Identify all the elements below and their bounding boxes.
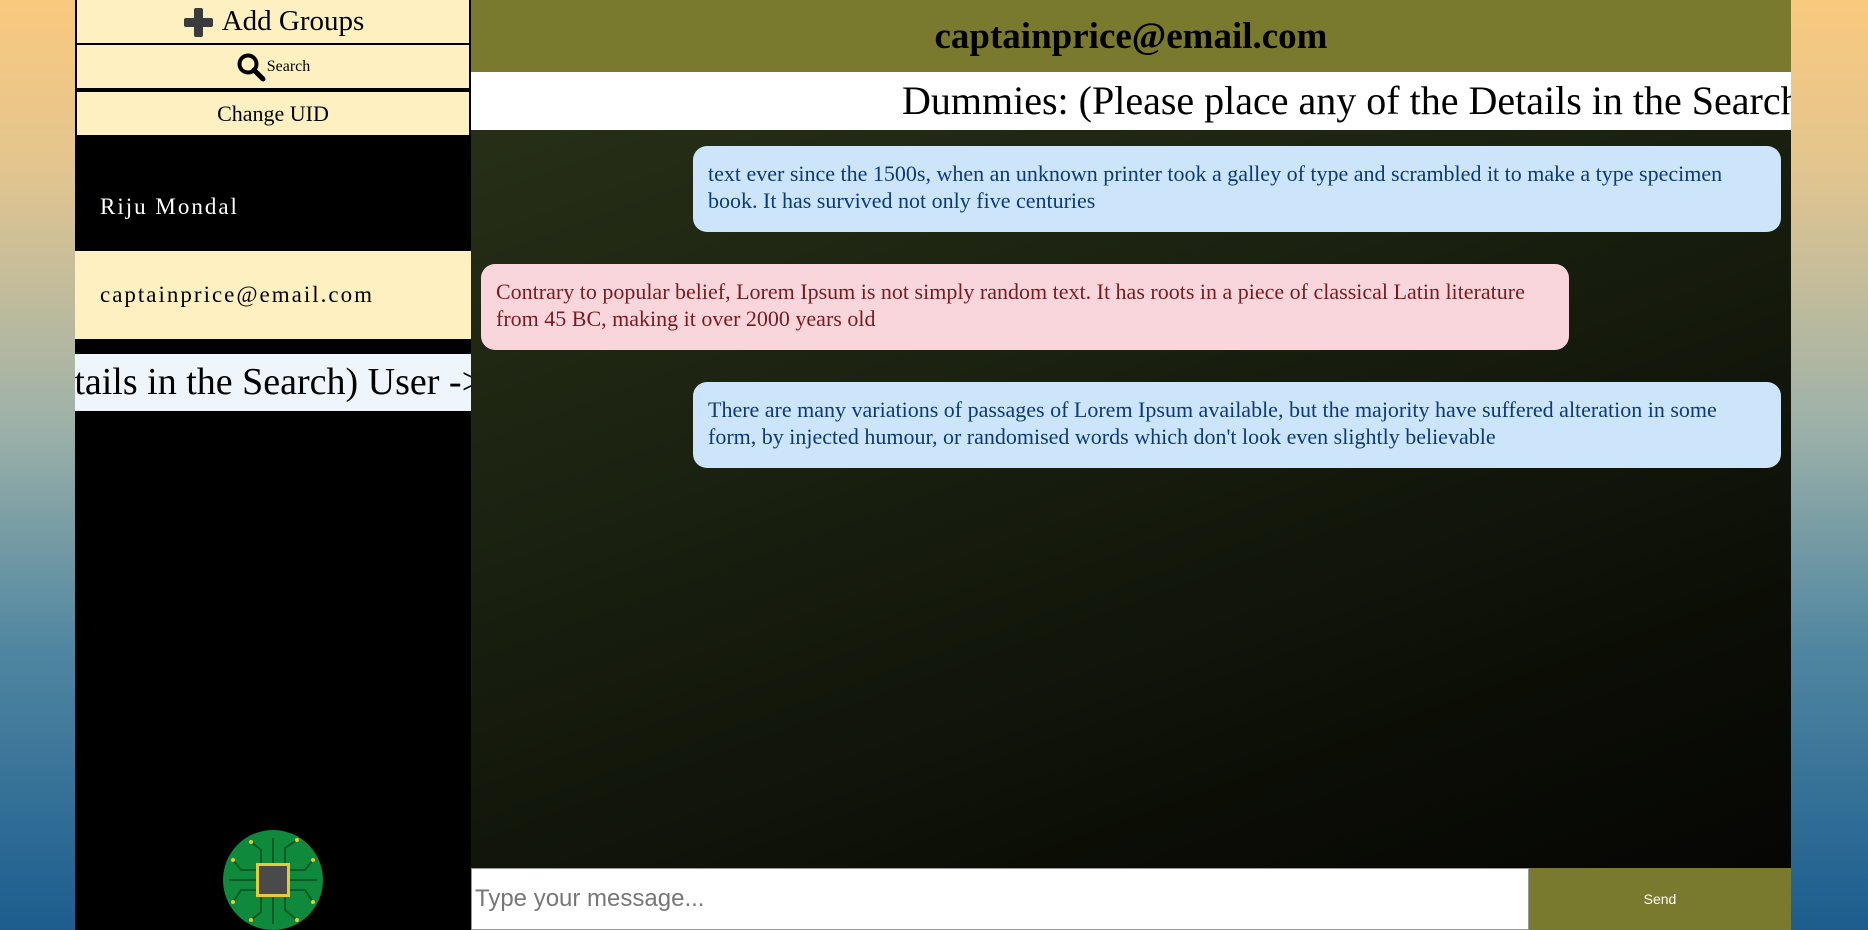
- add-groups-button[interactable]: Add Groups: [75, 0, 471, 45]
- main-marquee-text: Dummies: (Please place any of the Detail…: [902, 78, 1791, 123]
- search-icon: [237, 53, 266, 81]
- message-composer: Send: [471, 868, 1791, 930]
- message-sent: There are many variations of passages of…: [693, 382, 1781, 468]
- chat-title: captainprice@email.com: [934, 15, 1328, 57]
- search-button[interactable]: Search: [75, 43, 471, 90]
- main-marquee: Dummies: (Please place any of the Detail…: [471, 72, 1791, 130]
- message-received: Contrary to popular belief, Lorem Ipsum …: [481, 264, 1569, 350]
- message-sent: text ever since the 1500s, when an unkno…: [693, 146, 1781, 232]
- change-uid-label: Change UID: [217, 100, 329, 126]
- sidebar-marquee: Dummies: (Please place any of the Detail…: [75, 354, 471, 411]
- sidebar: Add Groups Search Change UID Riju Mondal…: [75, 0, 471, 930]
- add-groups-label: Add Groups: [221, 5, 365, 37]
- contact-label: captainprice@email.com: [100, 282, 374, 307]
- search-label: Search: [266, 57, 311, 75]
- plus-icon: [182, 6, 214, 38]
- message-input[interactable]: [471, 868, 1529, 930]
- sidebar-marquee-text: Dummies: (Please place any of the Detail…: [75, 361, 471, 403]
- chat-header: captainprice@email.com: [471, 0, 1791, 72]
- circuit-chip-logo: [223, 830, 323, 930]
- chat-app: Add Groups Search Change UID Riju Mondal…: [75, 0, 1791, 930]
- contact-item-captainprice[interactable]: captainprice@email.com: [75, 251, 471, 339]
- contact-label: Riju Mondal: [100, 194, 239, 219]
- send-button[interactable]: Send: [1529, 868, 1791, 930]
- change-uid-button[interactable]: Change UID: [75, 90, 471, 137]
- chat-panel: captainprice@email.com Dummies: (Please …: [471, 0, 1791, 930]
- contact-item-riju-mondal[interactable]: Riju Mondal: [75, 162, 471, 252]
